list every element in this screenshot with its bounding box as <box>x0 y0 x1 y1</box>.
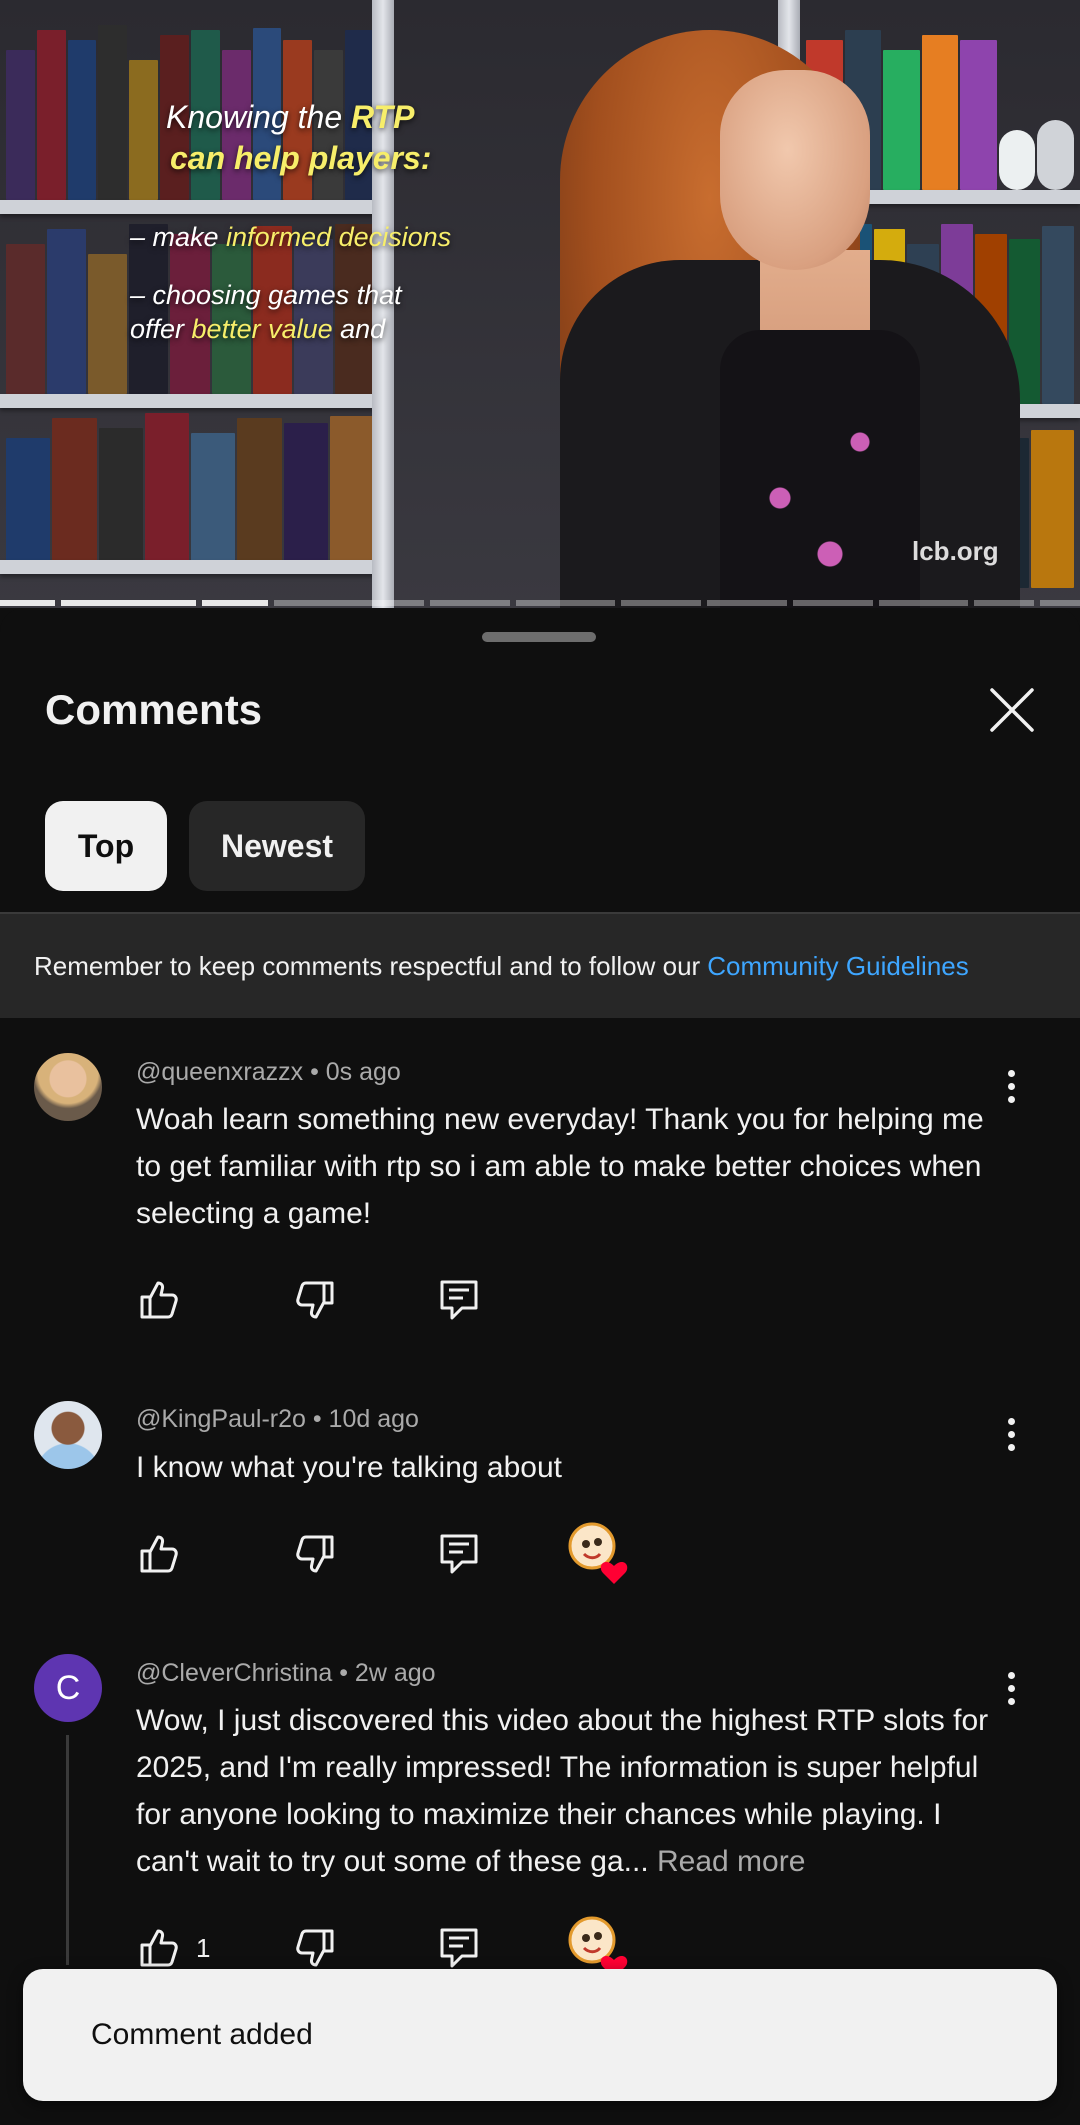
like-button[interactable]: 1 <box>136 1922 210 1974</box>
video-player[interactable]: Knowing the RTP can help players: – make… <box>0 0 1080 608</box>
reply-button[interactable] <box>436 1922 482 1974</box>
comment-text: I know what you're talking about <box>136 1451 562 1484</box>
snackbar-toast: Comment added <box>23 1969 1057 2101</box>
like-button[interactable] <box>136 1528 182 1580</box>
sheet-title: Comments <box>45 686 263 733</box>
dislike-button[interactable] <box>292 1528 338 1580</box>
dislike-button[interactable] <box>292 1922 338 1974</box>
guidelines-banner: Remember to keep comments respectful and… <box>0 914 1080 1018</box>
video-progress-bar[interactable] <box>0 600 1080 606</box>
thread-line <box>66 1735 69 1965</box>
drag-handle[interactable] <box>482 632 596 642</box>
comment-actions: 1 <box>136 1916 736 1978</box>
thumbs-down-icon <box>296 1929 334 1967</box>
thumbs-down-icon <box>296 1281 334 1319</box>
reply-button[interactable] <box>436 1274 482 1326</box>
reply-icon <box>440 1280 478 1320</box>
reply-icon <box>440 1928 478 1968</box>
like-button[interactable] <box>136 1274 182 1326</box>
avatar[interactable] <box>34 1053 102 1121</box>
close-icon <box>990 688 1034 732</box>
reply-icon <box>440 1534 478 1574</box>
video-watermark: lcb.org <box>912 536 999 566</box>
avatar[interactable]: C <box>34 1654 102 1722</box>
tab-top[interactable]: Top <box>45 801 167 891</box>
comment-text: Wow, I just discovered this video about … <box>136 1704 989 1878</box>
comments-sheet: Comments Top Newest Remember to keep com… <box>0 608 1080 2125</box>
community-guidelines-link[interactable]: Community Guidelines <box>707 951 969 982</box>
comment-text: Woah learn something new everyday! Thank… <box>136 1103 984 1230</box>
tab-newest[interactable]: Newest <box>189 801 365 891</box>
close-button[interactable] <box>982 680 1042 740</box>
avatar[interactable] <box>34 1401 102 1469</box>
thumbs-up-icon <box>140 1535 178 1573</box>
video-text-overlay: Knowing the RTP can help players: – make… <box>130 99 452 344</box>
like-count: 1 <box>196 1932 211 1963</box>
comment-meta[interactable]: @KingPaul-r2o • 10d ago <box>136 1405 419 1434</box>
dislike-button[interactable] <box>292 1274 338 1326</box>
toast-message: Comment added <box>91 2018 313 2051</box>
comment-actions <box>136 1274 736 1326</box>
thumbs-down-icon <box>296 1535 334 1573</box>
comment-meta[interactable]: @queenxrazzx • 0s ago <box>136 1058 401 1087</box>
reply-button[interactable] <box>436 1528 482 1580</box>
read-more-link[interactable]: Read more <box>657 1845 805 1878</box>
thumbs-up-icon <box>140 1929 178 1967</box>
thumbs-up-icon <box>140 1281 178 1319</box>
guidelines-text: Remember to keep comments respectful and… <box>34 950 701 981</box>
creator-heart-icon <box>568 1522 628 1584</box>
comment-actions <box>136 1522 736 1584</box>
comment-meta[interactable]: @CleverChristina • 2w ago <box>136 1659 436 1688</box>
